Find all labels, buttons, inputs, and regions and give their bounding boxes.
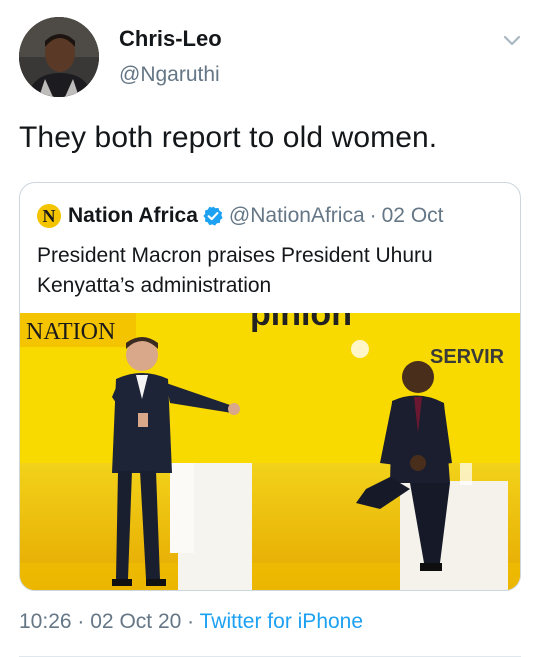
nation-watermark: NATION — [26, 319, 115, 345]
quoted-media-image[interactable]: pinion SERVIR NATION — [20, 313, 520, 590]
meta-separator: · — [77, 610, 85, 633]
tweet-date[interactable]: 02 Oct 20 — [90, 610, 181, 633]
tweet-meta: 10:26 · 02 Oct 20 · Twitter for iPhone — [19, 610, 363, 634]
chevron-down-icon[interactable] — [502, 30, 522, 50]
tweet-text: They both report to old women. — [19, 121, 438, 154]
quoted-tweet-header: N Nation Africa @NationAfrica · 02 Oct — [37, 203, 444, 229]
banner-partial-text: pinion — [250, 313, 352, 333]
author-avatar[interactable] — [19, 17, 99, 97]
author-name[interactable]: Chris-Leo — [119, 26, 222, 52]
tweet-time[interactable]: 10:26 — [19, 610, 72, 633]
banner-servir-text: SERVIR — [430, 346, 505, 368]
quoted-tweet-card[interactable]: N Nation Africa @NationAfrica · 02 Oct P… — [19, 182, 521, 591]
quoted-author-handle[interactable]: @NationAfrica — [229, 204, 365, 228]
stage-photo: pinion SERVIR NATION — [20, 313, 520, 590]
quoted-date[interactable]: 02 Oct — [382, 204, 444, 228]
quoted-author-name[interactable]: Nation Africa — [68, 204, 198, 228]
verified-badge-icon — [203, 206, 223, 226]
quoted-separator: · — [369, 204, 377, 227]
meta-separator: · — [187, 610, 195, 633]
quoted-author-avatar[interactable]: N — [37, 204, 61, 228]
tweet-source-link[interactable]: Twitter for iPhone — [200, 610, 363, 633]
author-handle[interactable]: @Ngaruthi — [119, 63, 220, 87]
quoted-tweet-text: President Macron praises President Uhuru… — [37, 244, 433, 297]
avatar-photo — [19, 17, 99, 97]
